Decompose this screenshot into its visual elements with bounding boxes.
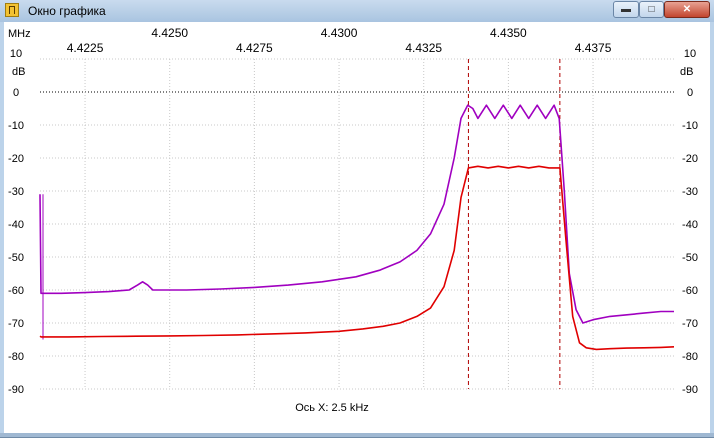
y-tick-label-right: -20 (682, 153, 698, 165)
y-tick-label-left: -60 (8, 285, 24, 297)
y-tick-label-right: 10 (684, 48, 696, 60)
y-tick-label-right: -30 (682, 186, 698, 198)
x-tick-label-top: 4.4250 (151, 26, 188, 40)
series-line-1 (39, 104, 674, 324)
app-icon (5, 3, 19, 17)
y-unit-label-left: dB (12, 66, 25, 78)
maximize-icon: □ (648, 4, 655, 15)
y-tick-label-left: -90 (8, 384, 24, 396)
y-tick-label-right: -10 (682, 120, 698, 132)
x-tick-label-bottom: 4.4275 (236, 41, 273, 55)
graph-window: Окно графика ▬ □ ✕ 10 10 0 0 -10 -10 -20 -20 -30… (0, 0, 714, 437)
window-title: Окно графика (28, 4, 106, 18)
y-tick-label-right: -80 (682, 351, 698, 363)
y-tick-label-left: -50 (8, 252, 24, 264)
y-tick-label-right: -50 (682, 252, 698, 264)
close-button[interactable]: ✕ (664, 1, 710, 18)
x-tick-label-bottom: 4.4325 (405, 41, 442, 55)
y-tick-label-left: -20 (8, 153, 24, 165)
chart-area: 10 10 0 0 -10 -10 -20 -20 -30 -30 -40 -40 -50 -50 -60 -… (4, 22, 710, 433)
window-bottom-edge (0, 433, 714, 437)
maximize-button[interactable]: □ (639, 1, 664, 18)
y-tick-label-right: 0 (687, 87, 693, 99)
y-tick-label-left: -10 (8, 120, 24, 132)
minimize-button[interactable]: ▬ (613, 1, 639, 18)
y-unit-label-right: dB (680, 66, 693, 78)
minimize-icon: ▬ (621, 4, 631, 15)
x-tick-label-bottom: 4.4225 (67, 41, 104, 55)
series-line-2 (39, 165, 675, 351)
x-axis-note: Ось X: 2.5 kHz (295, 402, 369, 414)
y-tick-label-right: -40 (682, 219, 698, 231)
spectrum-chart[interactable]: 10 10 0 0 -10 -10 -20 -20 -30 -30 -40 -40 -50 -50 -60 -… (4, 22, 710, 433)
y-tick-label-left: -70 (8, 318, 24, 330)
close-icon: ✕ (682, 4, 692, 15)
y-tick-label-right: -60 (682, 285, 698, 297)
y-tick-label-left: 0 (13, 87, 19, 99)
x-tick-label-top: 4.4300 (321, 26, 358, 40)
x-tick-label-top: 4.4350 (490, 26, 527, 40)
x-unit-label: MHz (8, 28, 31, 40)
y-tick-label-right: -90 (682, 384, 698, 396)
y-tick-label-right: -70 (682, 318, 698, 330)
y-tick-label-left: -40 (8, 219, 24, 231)
y-tick-label-left: 10 (10, 48, 22, 60)
y-tick-label-left: -30 (8, 186, 24, 198)
y-tick-label-left: -80 (8, 351, 24, 363)
title-bar[interactable]: Окно графика ▬ □ ✕ (0, 0, 714, 22)
x-tick-label-bottom: 4.4375 (575, 41, 612, 55)
